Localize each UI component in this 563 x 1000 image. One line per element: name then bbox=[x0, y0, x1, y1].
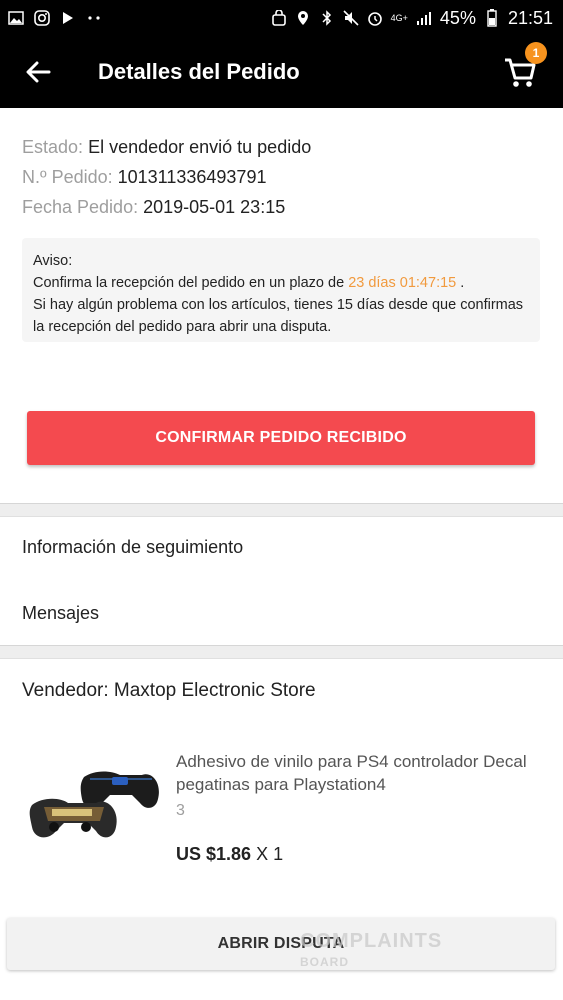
product-quantity: X 1 bbox=[256, 844, 284, 864]
order-number-label: N.º Pedido: bbox=[22, 167, 113, 187]
order-date-row: Fecha Pedido: 2019-05-01 23:15 bbox=[22, 192, 542, 222]
product-price-row: US $1.86 X 1 bbox=[176, 844, 283, 865]
order-date-label: Fecha Pedido: bbox=[22, 197, 139, 217]
location-icon bbox=[295, 10, 311, 26]
notice-line1-prefix: Confirma la recepción del pedido en un p… bbox=[33, 275, 349, 291]
notice-line1-suffix: . bbox=[456, 275, 465, 291]
gallery-icon bbox=[8, 10, 24, 26]
order-info: Estado: El vendedor envió tu pedido N.º … bbox=[22, 132, 542, 222]
more-dots-icon bbox=[86, 10, 102, 26]
notice-line2: Si hay algún problema con los artículos,… bbox=[33, 297, 524, 335]
play-icon bbox=[60, 10, 76, 26]
order-date-value: 2019-05-01 23:15 bbox=[143, 197, 286, 217]
page-title: Detalles del Pedido bbox=[98, 59, 300, 84]
order-number-value: 101311336493791 bbox=[117, 167, 267, 187]
product-price: US $1.86 bbox=[176, 844, 252, 864]
notice-line1: Confirma la recepción del pedido en un p… bbox=[33, 272, 530, 294]
vpn-icon bbox=[271, 10, 287, 26]
status-value: El vendedor envió tu pedido bbox=[88, 137, 312, 157]
signal-icon bbox=[416, 10, 432, 26]
section-divider bbox=[0, 645, 563, 659]
back-arrow-icon bbox=[26, 61, 51, 83]
back-button[interactable] bbox=[10, 44, 66, 100]
open-dispute-button[interactable]: ABRIR DISPUTA bbox=[7, 918, 555, 970]
notice-box: Aviso: Confirma la recepción del pedido … bbox=[22, 238, 540, 342]
alarm-icon bbox=[367, 10, 383, 26]
clock: 21:51 bbox=[507, 7, 553, 28]
order-details-screen: 4G+ 45% 21:51 Detalles del Pedido 1 Esta… bbox=[0, 0, 563, 1000]
order-status-row: Estado: El vendedor envió tu pedido bbox=[22, 132, 542, 162]
confirm-received-button[interactable]: CONFIRMAR PEDIDO RECIBIDO bbox=[27, 411, 535, 465]
battery-percent: 45% bbox=[439, 7, 476, 28]
cart-count-badge: 1 bbox=[525, 42, 547, 64]
product-title[interactable]: Adhesivo de vinilo para PS4 controlador … bbox=[176, 750, 546, 796]
status-label: Estado: bbox=[22, 137, 84, 157]
tracking-info-link[interactable]: Información de seguimiento bbox=[22, 537, 243, 558]
product-variant: 3 bbox=[176, 802, 185, 819]
watermark-sub: BOARD bbox=[300, 955, 349, 969]
watermark: COMPLAINTS BOARD bbox=[300, 930, 442, 969]
watermark-text: COMPLAINTS bbox=[300, 930, 443, 952]
product-image[interactable] bbox=[24, 765, 164, 865]
order-number-row: N.º Pedido: 101311336493791 bbox=[22, 162, 542, 192]
cart-button[interactable]: 1 bbox=[499, 42, 547, 96]
instagram-icon bbox=[34, 10, 50, 26]
messages-link[interactable]: Mensajes bbox=[22, 603, 99, 624]
confirm-countdown: 23 días 01:47:15 bbox=[348, 275, 457, 291]
notice-title: Aviso: bbox=[33, 253, 73, 269]
status-bar: 4G+ 45% 21:51 bbox=[0, 0, 563, 36]
bluetooth-icon bbox=[319, 10, 335, 26]
seller-name[interactable]: Vendedor: Maxtop Electronic Store bbox=[22, 680, 316, 702]
app-bar: Detalles del Pedido 1 bbox=[0, 36, 563, 108]
battery-icon bbox=[484, 9, 500, 27]
mute-icon bbox=[343, 10, 359, 26]
network-type: 4G+ bbox=[390, 13, 408, 23]
section-divider bbox=[0, 503, 563, 517]
